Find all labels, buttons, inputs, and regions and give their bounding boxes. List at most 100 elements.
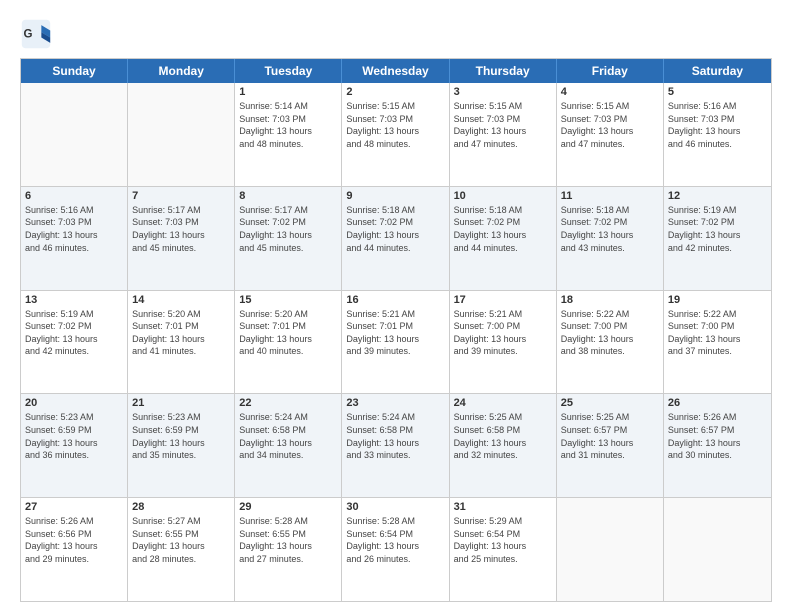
day-number: 9 bbox=[346, 190, 444, 202]
calendar-cell-day-22: 22 Sunrise: 5:24 AMSunset: 6:58 PMDayligh… bbox=[235, 394, 342, 497]
day-info: Sunrise: 5:24 AMSunset: 6:58 PMDaylight:… bbox=[346, 411, 444, 461]
day-info: Sunrise: 5:16 AMSunset: 7:03 PMDaylight:… bbox=[25, 204, 123, 254]
calendar-cell-day-12: 12 Sunrise: 5:19 AMSunset: 7:02 PMDayligh… bbox=[664, 187, 771, 290]
day-info: Sunrise: 5:22 AMSunset: 7:00 PMDaylight:… bbox=[668, 308, 767, 358]
day-number: 31 bbox=[454, 501, 552, 513]
calendar-header: SundayMondayTuesdayWednesdayThursdayFrid… bbox=[21, 59, 771, 83]
day-number: 8 bbox=[239, 190, 337, 202]
calendar-row-3: 13 Sunrise: 5:19 AMSunset: 7:02 PMDayligh… bbox=[21, 291, 771, 395]
day-number: 30 bbox=[346, 501, 444, 513]
calendar-cell-empty bbox=[128, 83, 235, 186]
calendar-cell-day-26: 26 Sunrise: 5:26 AMSunset: 6:57 PMDayligh… bbox=[664, 394, 771, 497]
day-number: 27 bbox=[25, 501, 123, 513]
day-info: Sunrise: 5:18 AMSunset: 7:02 PMDaylight:… bbox=[346, 204, 444, 254]
day-info: Sunrise: 5:29 AMSunset: 6:54 PMDaylight:… bbox=[454, 515, 552, 565]
calendar-cell-day-28: 28 Sunrise: 5:27 AMSunset: 6:55 PMDayligh… bbox=[128, 498, 235, 601]
day-info: Sunrise: 5:23 AMSunset: 6:59 PMDaylight:… bbox=[132, 411, 230, 461]
calendar-row-1: 1 Sunrise: 5:14 AMSunset: 7:03 PMDaylight… bbox=[21, 83, 771, 187]
day-number: 14 bbox=[132, 294, 230, 306]
day-number: 21 bbox=[132, 397, 230, 409]
day-info: Sunrise: 5:28 AMSunset: 6:55 PMDaylight:… bbox=[239, 515, 337, 565]
header: G bbox=[20, 18, 772, 50]
day-number: 23 bbox=[346, 397, 444, 409]
day-number: 16 bbox=[346, 294, 444, 306]
calendar-cell-day-29: 29 Sunrise: 5:28 AMSunset: 6:55 PMDayligh… bbox=[235, 498, 342, 601]
page: G SundayMondayTuesdayWednesdayThursdayFr… bbox=[0, 0, 792, 612]
calendar-cell-day-25: 25 Sunrise: 5:25 AMSunset: 6:57 PMDayligh… bbox=[557, 394, 664, 497]
day-number: 5 bbox=[668, 86, 767, 98]
day-number: 17 bbox=[454, 294, 552, 306]
day-number: 12 bbox=[668, 190, 767, 202]
day-info: Sunrise: 5:16 AMSunset: 7:03 PMDaylight:… bbox=[668, 100, 767, 150]
calendar-cell-day-31: 31 Sunrise: 5:29 AMSunset: 6:54 PMDayligh… bbox=[450, 498, 557, 601]
day-info: Sunrise: 5:21 AMSunset: 7:00 PMDaylight:… bbox=[454, 308, 552, 358]
day-info: Sunrise: 5:27 AMSunset: 6:55 PMDaylight:… bbox=[132, 515, 230, 565]
calendar-cell-day-24: 24 Sunrise: 5:25 AMSunset: 6:58 PMDayligh… bbox=[450, 394, 557, 497]
logo: G bbox=[20, 18, 58, 50]
calendar-row-2: 6Sunrise: 5:16 AMSunset: 7:03 PMDaylight… bbox=[21, 187, 771, 291]
day-info: Sunrise: 5:26 AMSunset: 6:57 PMDaylight:… bbox=[668, 411, 767, 461]
header-day-monday: Monday bbox=[128, 59, 235, 83]
day-number: 4 bbox=[561, 86, 659, 98]
day-number: 25 bbox=[561, 397, 659, 409]
day-info: Sunrise: 5:15 AMSunset: 7:03 PMDaylight:… bbox=[346, 100, 444, 150]
calendar-cell-day-23: 23 Sunrise: 5:24 AMSunset: 6:58 PMDayligh… bbox=[342, 394, 449, 497]
header-day-tuesday: Tuesday bbox=[235, 59, 342, 83]
calendar-cell-day-6: 6Sunrise: 5:16 AMSunset: 7:03 PMDaylight… bbox=[21, 187, 128, 290]
day-info: Sunrise: 5:18 AMSunset: 7:02 PMDaylight:… bbox=[454, 204, 552, 254]
day-number: 29 bbox=[239, 501, 337, 513]
calendar-cell-day-17: 17 Sunrise: 5:21 AMSunset: 7:00 PMDayligh… bbox=[450, 291, 557, 394]
day-info: Sunrise: 5:14 AMSunset: 7:03 PMDaylight:… bbox=[239, 100, 337, 150]
day-info: Sunrise: 5:18 AMSunset: 7:02 PMDaylight:… bbox=[561, 204, 659, 254]
day-info: Sunrise: 5:21 AMSunset: 7:01 PMDaylight:… bbox=[346, 308, 444, 358]
calendar-cell-day-9: 9 Sunrise: 5:18 AMSunset: 7:02 PMDaylight… bbox=[342, 187, 449, 290]
day-info: Sunrise: 5:28 AMSunset: 6:54 PMDaylight:… bbox=[346, 515, 444, 565]
day-number: 28 bbox=[132, 501, 230, 513]
calendar-cell-day-1: 1 Sunrise: 5:14 AMSunset: 7:03 PMDaylight… bbox=[235, 83, 342, 186]
day-info: Sunrise: 5:20 AMSunset: 7:01 PMDaylight:… bbox=[239, 308, 337, 358]
day-number: 15 bbox=[239, 294, 337, 306]
calendar-cell-day-20: 20Sunrise: 5:23 AMSunset: 6:59 PMDayligh… bbox=[21, 394, 128, 497]
day-info: Sunrise: 5:25 AMSunset: 6:58 PMDaylight:… bbox=[454, 411, 552, 461]
header-day-sunday: Sunday bbox=[21, 59, 128, 83]
calendar-row-5: 27 Sunrise: 5:26 AMSunset: 6:56 PMDayligh… bbox=[21, 498, 771, 601]
day-info: Sunrise: 5:24 AMSunset: 6:58 PMDaylight:… bbox=[239, 411, 337, 461]
day-number: 24 bbox=[454, 397, 552, 409]
calendar-cell-day-2: 2Sunrise: 5:15 AMSunset: 7:03 PMDaylight… bbox=[342, 83, 449, 186]
calendar-body: 1 Sunrise: 5:14 AMSunset: 7:03 PMDaylight… bbox=[21, 83, 771, 601]
day-info: Sunrise: 5:23 AMSunset: 6:59 PMDaylight:… bbox=[25, 411, 123, 461]
calendar-cell-empty bbox=[664, 498, 771, 601]
day-number: 7 bbox=[132, 190, 230, 202]
calendar-cell-day-30: 30 Sunrise: 5:28 AMSunset: 6:54 PMDayligh… bbox=[342, 498, 449, 601]
calendar-cell-day-15: 15 Sunrise: 5:20 AMSunset: 7:01 PMDayligh… bbox=[235, 291, 342, 394]
calendar-cell-day-4: 4 Sunrise: 5:15 AMSunset: 7:03 PMDaylight… bbox=[557, 83, 664, 186]
day-info: Sunrise: 5:19 AMSunset: 7:02 PMDaylight:… bbox=[25, 308, 123, 358]
day-number: 13 bbox=[25, 294, 123, 306]
day-number: 26 bbox=[668, 397, 767, 409]
calendar-cell-day-21: 21 Sunrise: 5:23 AMSunset: 6:59 PMDayligh… bbox=[128, 394, 235, 497]
calendar: SundayMondayTuesdayWednesdayThursdayFrid… bbox=[20, 58, 772, 602]
day-info: Sunrise: 5:25 AMSunset: 6:57 PMDaylight:… bbox=[561, 411, 659, 461]
day-number: 11 bbox=[561, 190, 659, 202]
calendar-cell-day-13: 13 Sunrise: 5:19 AMSunset: 7:02 PMDayligh… bbox=[21, 291, 128, 394]
day-info: Sunrise: 5:22 AMSunset: 7:00 PMDaylight:… bbox=[561, 308, 659, 358]
day-info: Sunrise: 5:20 AMSunset: 7:01 PMDaylight:… bbox=[132, 308, 230, 358]
calendar-cell-day-5: 5 Sunrise: 5:16 AMSunset: 7:03 PMDaylight… bbox=[664, 83, 771, 186]
day-number: 1 bbox=[239, 86, 337, 98]
calendar-cell-day-18: 18Sunrise: 5:22 AMSunset: 7:00 PMDayligh… bbox=[557, 291, 664, 394]
calendar-cell-day-19: 19Sunrise: 5:22 AMSunset: 7:00 PMDayligh… bbox=[664, 291, 771, 394]
day-info: Sunrise: 5:15 AMSunset: 7:03 PMDaylight:… bbox=[561, 100, 659, 150]
calendar-cell-empty bbox=[21, 83, 128, 186]
calendar-cell-empty bbox=[557, 498, 664, 601]
calendar-cell-day-11: 11 Sunrise: 5:18 AMSunset: 7:02 PMDayligh… bbox=[557, 187, 664, 290]
header-day-wednesday: Wednesday bbox=[342, 59, 449, 83]
day-number: 22 bbox=[239, 397, 337, 409]
day-info: Sunrise: 5:19 AMSunset: 7:02 PMDaylight:… bbox=[668, 204, 767, 254]
header-day-saturday: Saturday bbox=[664, 59, 771, 83]
calendar-cell-day-27: 27 Sunrise: 5:26 AMSunset: 6:56 PMDayligh… bbox=[21, 498, 128, 601]
calendar-cell-day-3: 3Sunrise: 5:15 AMSunset: 7:03 PMDaylight… bbox=[450, 83, 557, 186]
calendar-cell-day-8: 8Sunrise: 5:17 AMSunset: 7:02 PMDaylight… bbox=[235, 187, 342, 290]
day-info: Sunrise: 5:15 AMSunset: 7:03 PMDaylight:… bbox=[454, 100, 552, 150]
calendar-cell-day-16: 16 Sunrise: 5:21 AMSunset: 7:01 PMDayligh… bbox=[342, 291, 449, 394]
day-info: Sunrise: 5:26 AMSunset: 6:56 PMDaylight:… bbox=[25, 515, 123, 565]
